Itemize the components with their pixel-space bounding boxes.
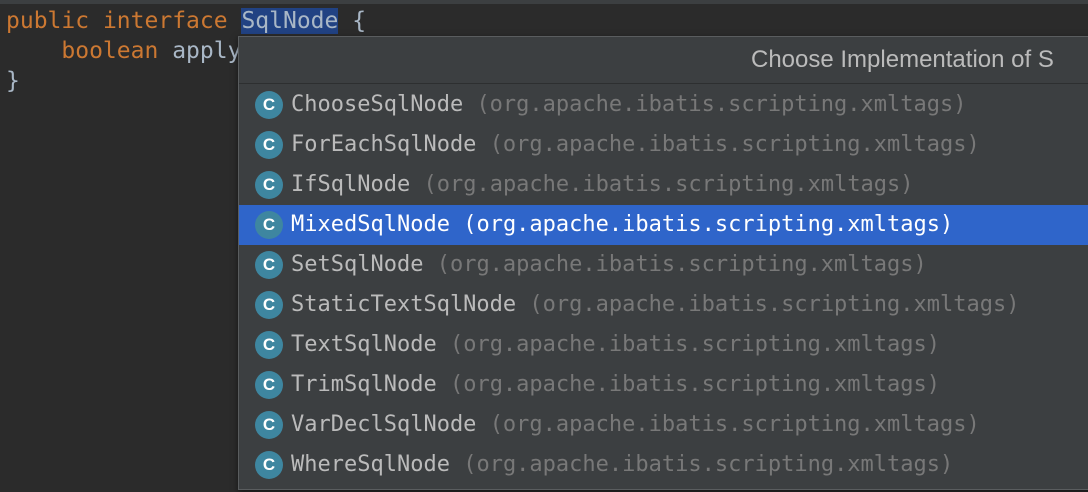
item-text: TextSqlNode (org.apache.ibatis.scripting… [291, 325, 940, 365]
keyword-interface: interface [102, 8, 228, 34]
item-text: IfSqlNode (org.apache.ibatis.scripting.x… [291, 165, 914, 205]
class-name: TrimSqlNode [291, 372, 437, 397]
item-text: SetSqlNode (org.apache.ibatis.scripting.… [291, 245, 927, 285]
package-name: (org.apache.ibatis.scripting.xmltags) [449, 332, 941, 357]
class-name: VarDeclSqlNode [291, 412, 477, 437]
popup-header: Choose Implementation of S [239, 37, 1088, 84]
keyword-public: public [6, 8, 90, 34]
open-brace: { [352, 8, 367, 34]
class-icon: C [255, 211, 283, 239]
package-name: (org.apache.ibatis.scripting.xmltags) [529, 292, 1020, 317]
package-name: (org.apache.ibatis.scripting.xmltags) [489, 412, 980, 437]
implementation-list[interactable]: C ChooseSqlNode (org.apache.ibatis.script… [239, 85, 1088, 485]
list-item[interactable]: C ForEachSqlNode (org.apache.ibatis.scrip… [239, 125, 1088, 165]
class-name: TextSqlNode [291, 332, 437, 357]
package-name: (org.apache.ibatis.scripting.xmltags) [436, 252, 927, 277]
method-name: apply [172, 38, 242, 64]
item-text: StaticTextSqlNode (org.apache.ibatis.scr… [291, 285, 1020, 325]
package-name: (org.apache.ibatis.scripting.xmltags) [423, 172, 914, 197]
class-icon: C [255, 131, 283, 159]
class-name: IfSqlNode [291, 172, 411, 197]
class-name: SetSqlNode [291, 252, 424, 277]
editor-top-strip [0, 0, 1088, 4]
list-item[interactable]: C VarDeclSqlNode (org.apache.ibatis.scrip… [239, 405, 1088, 445]
list-item[interactable]: C TrimSqlNode (org.apache.ibatis.scriptin… [239, 365, 1088, 405]
package-name: (org.apache.ibatis.scripting.xmltags) [449, 372, 941, 397]
class-name: WhereSqlNode [291, 452, 450, 477]
choose-implementation-popup[interactable]: Choose Implementation of S C ChooseSqlNod… [238, 36, 1088, 490]
class-icon: C [255, 371, 283, 399]
class-name: ChooseSqlNode [291, 92, 464, 117]
close-brace: } [6, 68, 20, 94]
class-name: MixedSqlNode [291, 212, 450, 237]
class-icon: C [255, 171, 283, 199]
class-icon: C [255, 251, 283, 279]
class-icon: C [255, 451, 283, 479]
code-line-3[interactable]: } [6, 66, 20, 96]
item-text: VarDeclSqlNode (org.apache.ibatis.script… [291, 405, 980, 445]
code-line-1[interactable]: public interface SqlNode { [6, 6, 366, 36]
list-item[interactable]: C WhereSqlNode (org.apache.ibatis.scripti… [239, 445, 1088, 485]
item-text: ForEachSqlNode (org.apache.ibatis.script… [291, 125, 980, 165]
code-editor[interactable]: public interface SqlNode { boolean apply… [0, 0, 1088, 492]
class-name: ForEachSqlNode [291, 132, 477, 157]
list-item[interactable]: C IfSqlNode (org.apache.ibatis.scripting.… [239, 165, 1088, 205]
package-name: (org.apache.ibatis.scripting.xmltags) [463, 452, 954, 477]
class-icon: C [255, 91, 283, 119]
package-name: (org.apache.ibatis.scripting.xmltags) [476, 92, 967, 117]
popup-title: Choose Implementation of S [751, 46, 1054, 73]
package-name: (org.apache.ibatis.scripting.xmltags) [463, 212, 954, 237]
class-icon: C [255, 331, 283, 359]
item-text: TrimSqlNode (org.apache.ibatis.scripting… [291, 365, 940, 405]
list-item[interactable]: C StaticTextSqlNode (org.apache.ibatis.sc… [239, 285, 1088, 325]
code-line-2[interactable]: boolean apply [6, 36, 241, 66]
item-text: ChooseSqlNode (org.apache.ibatis.scripti… [291, 85, 967, 125]
selected-identifier[interactable]: SqlNode [241, 8, 339, 34]
list-item[interactable]: C SetSqlNode (org.apache.ibatis.scripting… [239, 245, 1088, 285]
package-name: (org.apache.ibatis.scripting.xmltags) [489, 132, 980, 157]
keyword-boolean: boolean [61, 38, 159, 64]
item-text: MixedSqlNode (org.apache.ibatis.scriptin… [291, 205, 953, 245]
list-item[interactable]: C TextSqlNode (org.apache.ibatis.scriptin… [239, 325, 1088, 365]
class-icon: C [255, 411, 283, 439]
list-item[interactable]: C MixedSqlNode (org.apache.ibatis.scripti… [239, 205, 1088, 245]
class-name: StaticTextSqlNode [291, 292, 517, 317]
item-text: WhereSqlNode (org.apache.ibatis.scriptin… [291, 445, 953, 485]
class-icon: C [255, 291, 283, 319]
list-item[interactable]: C ChooseSqlNode (org.apache.ibatis.script… [239, 85, 1088, 125]
